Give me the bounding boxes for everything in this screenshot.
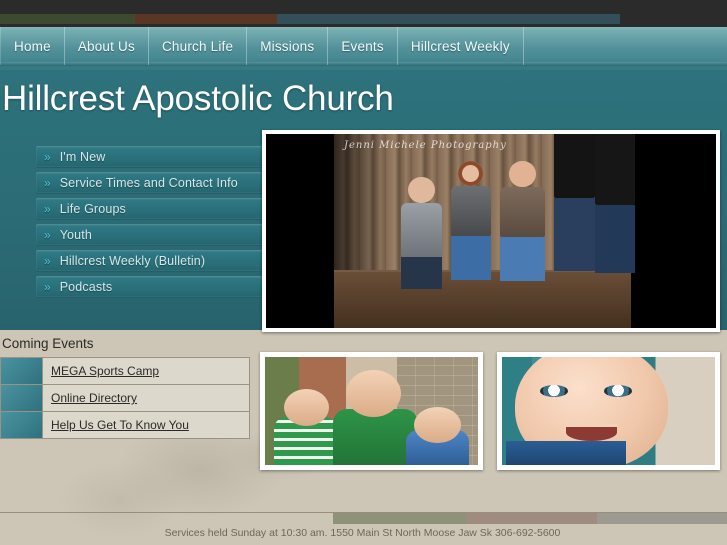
chevron-right-icon: » [44, 228, 51, 242]
event-thumbnail [1, 358, 43, 384]
photo-baby-image [502, 357, 715, 465]
photo-figure-head [509, 161, 536, 188]
chevron-right-icon: » [44, 150, 51, 164]
accent-swatch-blue [277, 14, 620, 24]
nav-filler [524, 27, 727, 65]
page-title: Hillcrest Apostolic Church [2, 79, 394, 118]
photo-figure-4 [554, 134, 595, 272]
nav-item-events[interactable]: Events [328, 27, 398, 65]
event-thumbnail [1, 385, 43, 411]
photo-figure-legs [500, 237, 545, 281]
photo-figure-2 [450, 161, 491, 280]
nav-item-church-life[interactable]: Church Life [149, 27, 248, 65]
nav-item-home[interactable]: Home [0, 27, 65, 65]
sidebar-item-label: I'm New [59, 150, 106, 164]
accent-swatch-brown [135, 14, 277, 24]
top-accent-bar [0, 0, 727, 27]
event-link-mega-sports-camp[interactable]: MEGA Sports Camp [43, 358, 159, 384]
photo-figure-legs [594, 204, 635, 273]
nav-item-hillcrest-weekly[interactable]: Hillcrest Weekly [398, 27, 524, 65]
photo-figure-body [401, 203, 442, 258]
photo-boy-face-right [414, 406, 461, 444]
photo-baby-eye-right [604, 385, 632, 397]
photo-figure-legs [450, 236, 491, 280]
sidebar-item-label: Podcasts [59, 280, 113, 294]
list-item[interactable]: Online Directory [1, 385, 249, 412]
nav-item-about-us[interactable]: About Us [65, 27, 149, 65]
accent-swatch-green [0, 14, 135, 24]
top-accent-swatches [0, 14, 620, 24]
sidebar-item-label: Life Groups [59, 202, 126, 216]
sidebar-item-podcasts[interactable]: » Podcasts [36, 276, 287, 298]
featured-photo-image: Jenni Michele Photography [266, 134, 716, 328]
event-link-help-us-get-to-know-you[interactable]: Help Us Get To Know You [43, 412, 189, 438]
footer-swatch-rose [466, 513, 597, 524]
sidebar-item-label: Youth [59, 228, 92, 242]
list-item[interactable]: Help Us Get To Know You [1, 412, 249, 439]
photo-baby-eye-left [540, 385, 569, 397]
photo-figure-head [407, 176, 435, 204]
chevron-right-icon: » [44, 254, 51, 268]
photo-kids-and-man-image [265, 357, 478, 465]
photo-figure-5 [594, 134, 635, 273]
sidebar-item-label: Service Times and Contact Info [59, 176, 238, 190]
photo-kids-and-man[interactable] [260, 352, 483, 470]
coming-events-heading: Coming Events [2, 336, 94, 351]
photo-boy-face-left [284, 389, 329, 427]
photo-figure-legs [401, 257, 442, 290]
photo-baby[interactable] [497, 352, 720, 470]
list-item[interactable]: MEGA Sports Camp [1, 358, 249, 385]
event-thumbnail [1, 412, 43, 438]
photo-figure-3 [500, 161, 545, 281]
sidebar-item-youth[interactable]: » Youth [36, 224, 287, 246]
photo-figure-legs [554, 197, 595, 272]
nav-item-missions[interactable]: Missions [247, 27, 329, 65]
photo-baby-bib [506, 441, 626, 465]
chevron-right-icon: » [44, 280, 51, 294]
footer-contact-text: Services held Sunday at 10:30 am. 1550 M… [164, 527, 561, 539]
sidebar-item-life-groups[interactable]: » Life Groups [36, 198, 287, 220]
footer-accent-bars [333, 513, 727, 524]
coming-events-panel: Coming Events MEGA Sports Camp Online Di… [0, 336, 250, 439]
sidebar-item-hillcrest-weekly-bulletin[interactable]: » Hillcrest Weekly (Bulletin) [36, 250, 287, 272]
photographer-signature: Jenni Michele Photography [344, 140, 507, 151]
sidebar-item-label: Hillcrest Weekly (Bulletin) [59, 254, 206, 268]
footer-swatch-olive [333, 513, 466, 524]
chevron-right-icon: » [44, 202, 51, 216]
photo-figure-body [450, 186, 491, 237]
photo-figure-body [554, 134, 595, 198]
sidebar-item-im-new[interactable]: » I'm New [36, 146, 287, 168]
featured-photo[interactable]: Jenni Michele Photography [262, 130, 720, 332]
sidebar-item-service-times[interactable]: » Service Times and Contact Info [36, 172, 287, 194]
footer-swatch-gray [597, 513, 727, 524]
photo-figure-body [594, 134, 635, 205]
event-link-online-directory[interactable]: Online Directory [43, 385, 137, 411]
main-navigation: Home About Us Church Life Missions Event… [0, 27, 727, 66]
photo-figure-body [500, 187, 545, 238]
coming-events-list: MEGA Sports Camp Online Directory Help U… [0, 357, 250, 439]
sidebar-quick-links: » I'm New » Service Times and Contact In… [36, 146, 287, 302]
chevron-right-icon: » [44, 176, 51, 190]
photo-figure-1 [401, 176, 442, 290]
photo-figure-head [458, 161, 484, 187]
